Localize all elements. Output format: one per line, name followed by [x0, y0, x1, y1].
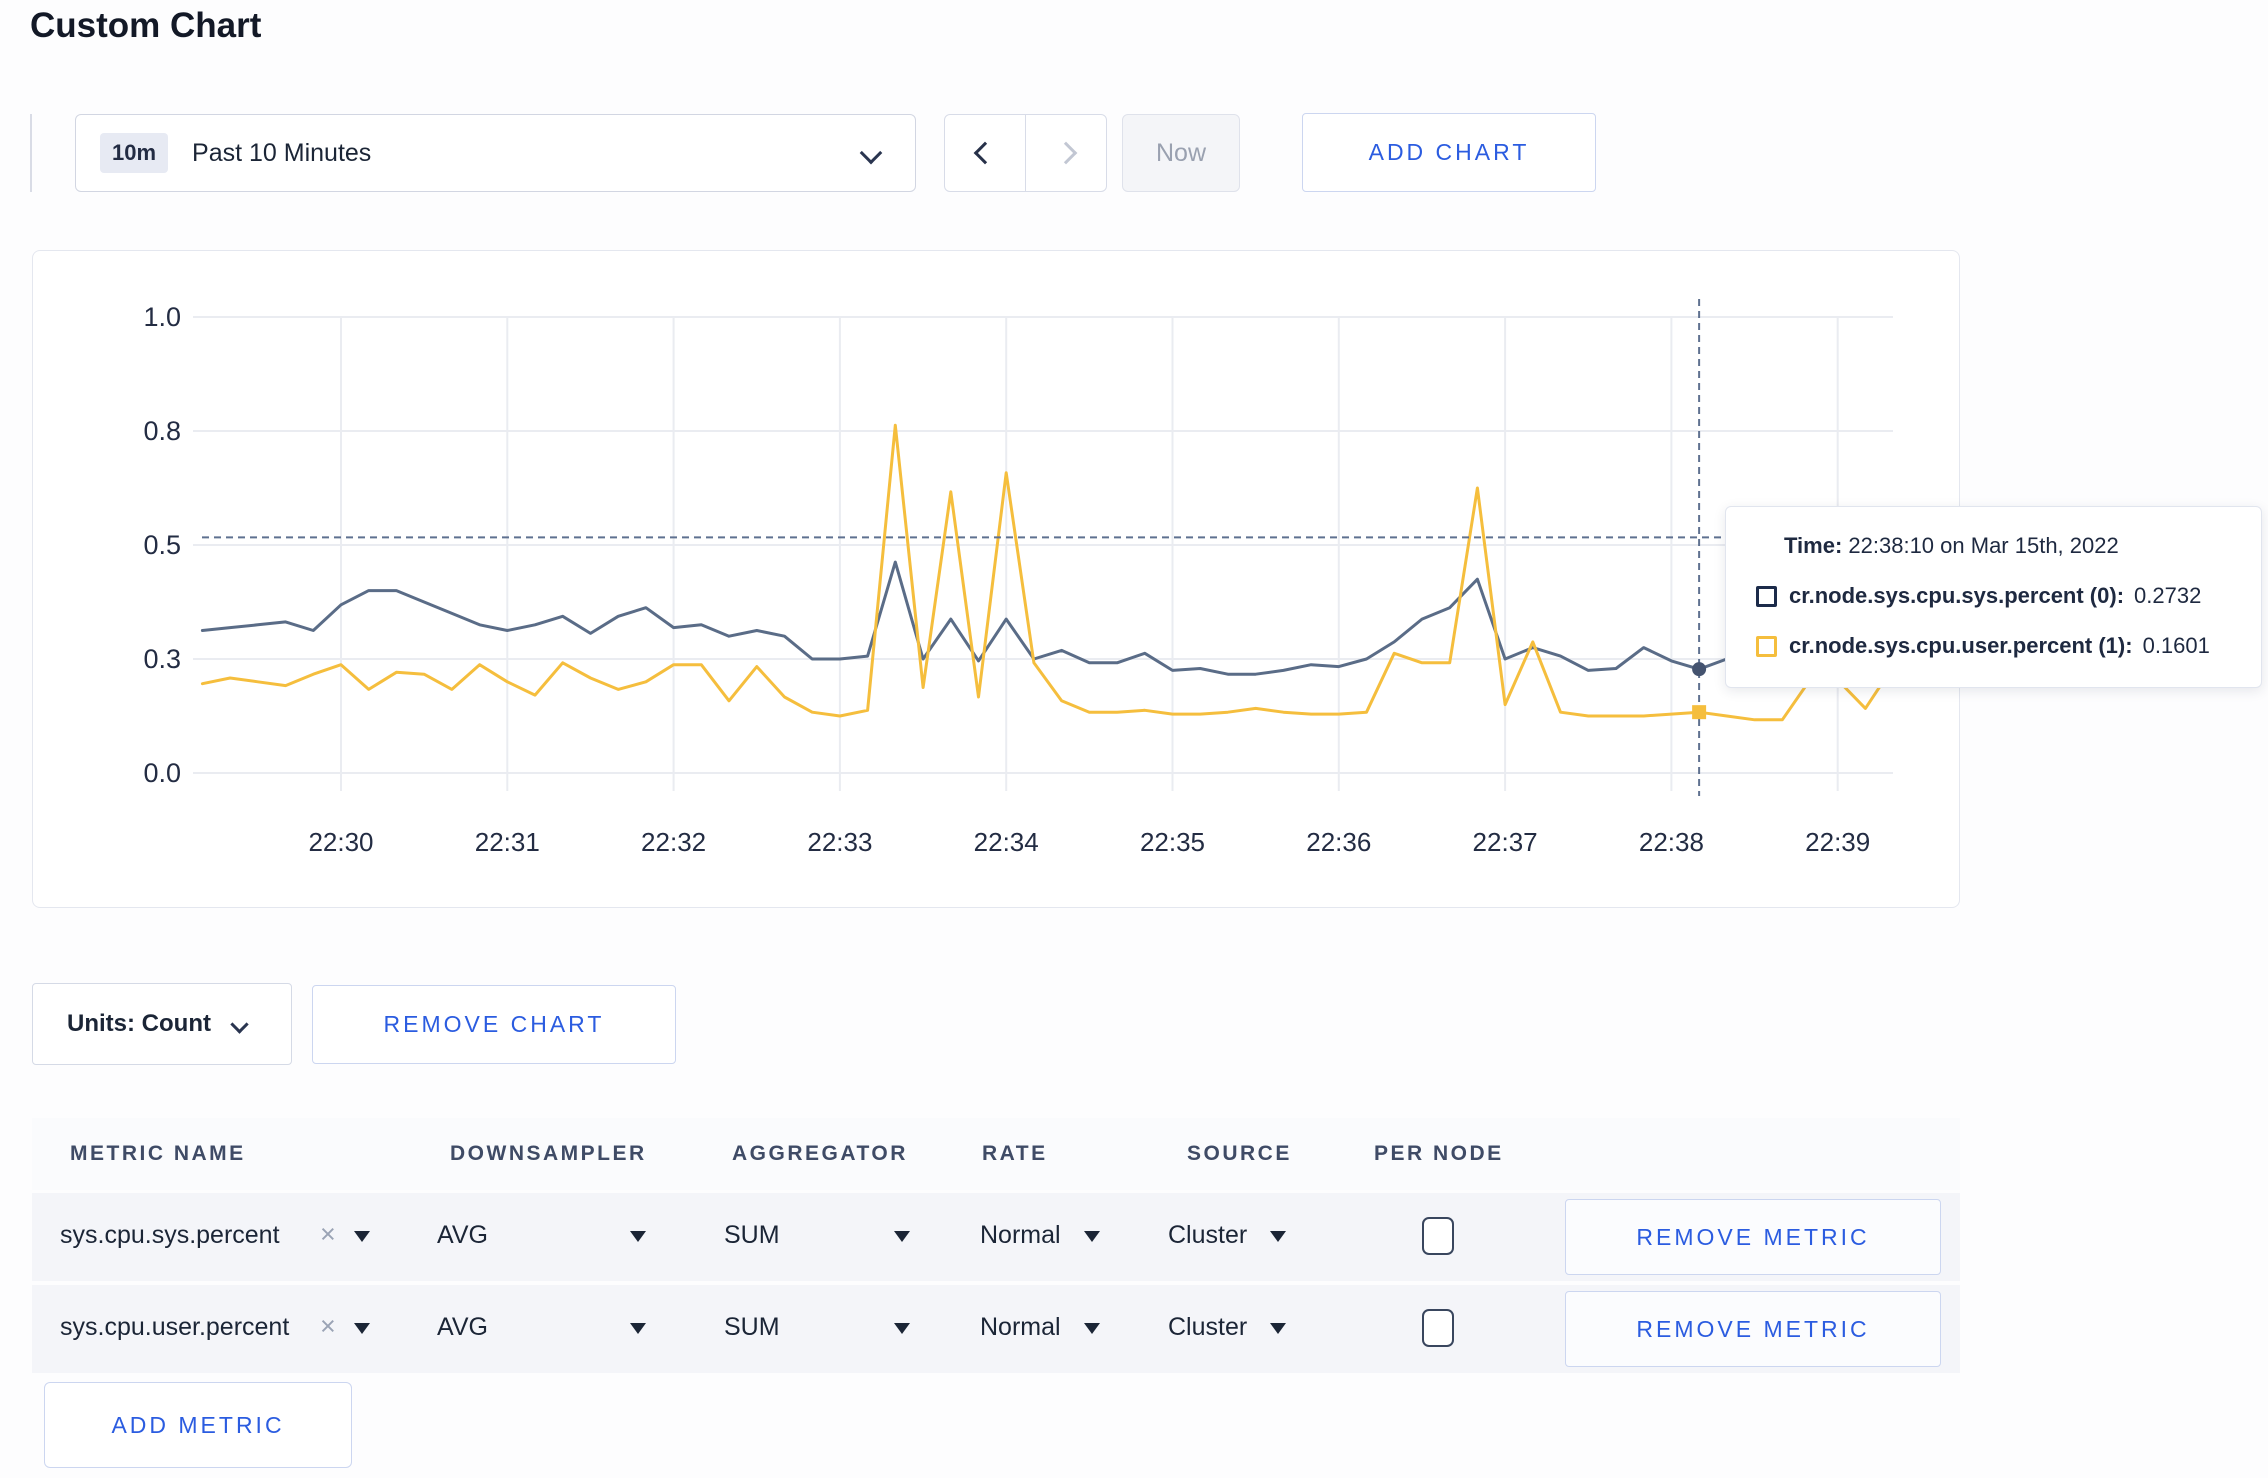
time-range-label: Past 10 Minutes [192, 138, 372, 167]
svg-text:0.3: 0.3 [143, 644, 181, 674]
caret-down-icon [894, 1231, 910, 1242]
aggregator-select[interactable]: SUM [724, 1221, 780, 1250]
chevron-down-icon [230, 1014, 249, 1034]
units-select[interactable]: Units: Count [32, 983, 292, 1065]
tooltip-time-value: 22:38:10 on Mar 15th, 2022 [1848, 533, 2119, 558]
header-per-node: PER NODE [1374, 1142, 1504, 1165]
svg-text:22:33: 22:33 [807, 827, 872, 857]
rate-select[interactable]: Normal [980, 1313, 1061, 1342]
add-chart-button[interactable]: ADD CHART [1302, 113, 1596, 192]
page-title: Custom Chart [30, 6, 262, 45]
tooltip-series-row: cr.node.sys.cpu.user.percent (1): 0.1601 [1756, 633, 2231, 659]
time-nav-group [944, 114, 1107, 192]
metric-row: sys.cpu.sys.percent × AVG SUM Normal Clu… [32, 1193, 1960, 1281]
rate-select[interactable]: Normal [980, 1221, 1061, 1250]
caret-down-icon [894, 1323, 910, 1334]
prev-time-button[interactable] [945, 115, 1025, 191]
source-select[interactable]: Cluster [1168, 1313, 1247, 1342]
caret-down-icon [630, 1231, 646, 1242]
svg-text:0.0: 0.0 [143, 758, 181, 788]
metric-name-select[interactable]: sys.cpu.sys.percent [60, 1221, 280, 1250]
tooltip-time: Time: 22:38:10 on Mar 15th, 2022 [1784, 533, 2231, 559]
per-node-checkbox[interactable] [1422, 1309, 1454, 1347]
header-aggregator: AGGREGATOR [732, 1142, 908, 1165]
chart-tooltip: Time: 22:38:10 on Mar 15th, 2022 cr.node… [1725, 506, 2262, 688]
units-label: Units: Count [67, 1010, 211, 1037]
remove-metric-button[interactable]: REMOVE METRIC [1565, 1291, 1941, 1367]
caret-down-icon [354, 1323, 370, 1334]
svg-text:22:39: 22:39 [1805, 827, 1870, 857]
tooltip-time-label: Time: [1784, 533, 1843, 558]
user-series-swatch-icon [1756, 635, 1777, 657]
svg-text:0.8: 0.8 [143, 416, 181, 446]
chevron-right-icon [1054, 141, 1078, 165]
svg-text:22:32: 22:32 [641, 827, 706, 857]
aggregator-select[interactable]: SUM [724, 1313, 780, 1342]
chevron-down-icon [859, 141, 883, 165]
downsampler-select[interactable]: AVG [437, 1313, 488, 1342]
time-range-select[interactable]: 10m Past 10 Minutes [75, 114, 916, 192]
header-downsampler: DOWNSAMPLER [450, 1142, 647, 1165]
caret-down-icon [1084, 1231, 1100, 1242]
per-node-checkbox[interactable] [1422, 1217, 1454, 1255]
time-range-badge: 10m [100, 133, 169, 173]
svg-text:22:37: 22:37 [1473, 827, 1538, 857]
clear-icon[interactable]: × [320, 1219, 336, 1250]
clear-icon[interactable]: × [320, 1311, 336, 1342]
tooltip-series-row: cr.node.sys.cpu.sys.percent (0): 0.2732 [1756, 583, 2231, 609]
remove-metric-button[interactable]: REMOVE METRIC [1565, 1199, 1941, 1275]
next-time-button[interactable] [1025, 115, 1106, 191]
tooltip-series-name: cr.node.sys.cpu.user.percent (1): [1789, 633, 2133, 658]
chevron-left-icon [973, 141, 997, 165]
caret-down-icon [630, 1323, 646, 1334]
toolbar-divider [30, 114, 32, 192]
svg-text:22:34: 22:34 [974, 827, 1039, 857]
svg-text:22:38: 22:38 [1639, 827, 1704, 857]
svg-text:22:36: 22:36 [1306, 827, 1371, 857]
now-button[interactable]: Now [1122, 114, 1240, 192]
downsampler-select[interactable]: AVG [437, 1221, 488, 1250]
custom-chart-page: Custom Chart 10m Past 10 Minutes Now ADD… [0, 0, 2268, 1478]
header-metric-name: METRIC NAME [70, 1142, 246, 1165]
tooltip-series-value: 0.1601 [2142, 633, 2210, 658]
metrics-table-header: METRIC NAME DOWNSAMPLER AGGREGATOR RATE … [32, 1118, 1960, 1190]
add-metric-button[interactable]: ADD METRIC [44, 1382, 352, 1468]
header-rate: RATE [982, 1142, 1048, 1165]
svg-text:22:31: 22:31 [475, 827, 540, 857]
caret-down-icon [354, 1231, 370, 1242]
tooltip-series-value: 0.2732 [2134, 583, 2202, 608]
timeseries-chart[interactable]: 22:30 22:31 22:32 22:33 22:34 22:35 22:36 22:37… [33, 251, 1961, 909]
metric-row: sys.cpu.user.percent × AVG SUM Normal Cl… [32, 1285, 1960, 1373]
tooltip-series-name: cr.node.sys.cpu.sys.percent (0): [1789, 583, 2125, 608]
sys-series-swatch-icon [1756, 585, 1777, 607]
svg-text:0.5: 0.5 [143, 530, 181, 560]
svg-text:22:35: 22:35 [1140, 827, 1205, 857]
svg-text:1.0: 1.0 [143, 302, 181, 332]
metric-name-select[interactable]: sys.cpu.user.percent [60, 1313, 289, 1342]
caret-down-icon [1270, 1231, 1286, 1242]
svg-text:22:30: 22:30 [308, 827, 373, 857]
header-source: SOURCE [1187, 1142, 1292, 1165]
chart-panel: 22:30 22:31 22:32 22:33 22:34 22:35 22:36 22:37… [32, 250, 1960, 908]
remove-chart-button[interactable]: REMOVE CHART [312, 985, 676, 1064]
caret-down-icon [1084, 1323, 1100, 1334]
caret-down-icon [1270, 1323, 1286, 1334]
source-select[interactable]: Cluster [1168, 1221, 1247, 1250]
